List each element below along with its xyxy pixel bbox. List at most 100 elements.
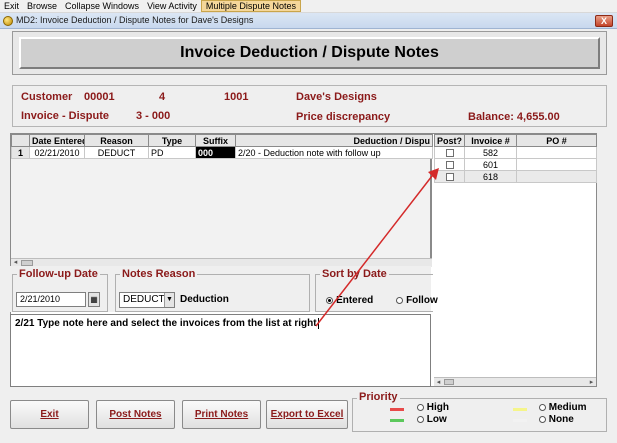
menu-view-activity[interactable]: View Activity — [143, 0, 201, 12]
note-options-area: Follow-up Date 2/21/2010 ▦ Notes Reason … — [10, 266, 438, 312]
followup-date-input[interactable]: 2/21/2010 — [16, 292, 86, 307]
cell-invoice-number[interactable]: 582 — [464, 146, 517, 159]
scroll-thumb[interactable] — [444, 379, 454, 385]
sort-follow-radio[interactable] — [396, 296, 403, 304]
row-number: 1 — [11, 146, 30, 159]
customer-number: 00001 — [84, 91, 115, 103]
cell-invoice-number[interactable]: 601 — [464, 158, 517, 171]
exit-button[interactable]: Exit — [10, 400, 89, 429]
invoice-row[interactable]: 601 — [434, 158, 597, 171]
customer-field-b: 1001 — [224, 91, 249, 103]
col-deduction-dispute[interactable]: Deduction / Dispu — [235, 134, 433, 147]
calendar-icon[interactable]: ▦ — [88, 292, 100, 307]
invoice-row[interactable]: 582 — [434, 146, 597, 159]
invoice-horizontal-scrollbar[interactable]: ◂ ▸ — [434, 377, 596, 386]
priority-medium-swatch — [513, 408, 527, 411]
col-date-entered[interactable]: Date Entered — [29, 134, 85, 147]
invoice-table: Post? Invoice # PO # 582 601 618 — [434, 134, 597, 183]
priority-medium-radio[interactable] — [539, 403, 546, 411]
cell-po-number[interactable] — [516, 146, 597, 159]
dispute-reason: Price discrepancy — [296, 111, 391, 123]
notes-reason-select[interactable]: DEDUCT ▼ — [119, 292, 175, 308]
print-notes-button[interactable]: Print Notes — [182, 400, 261, 429]
invoice-dispute-label: Invoice - Dispute — [21, 110, 110, 122]
window-title-bar: MD2: Invoice Deduction / Dispute Notes f… — [0, 13, 617, 29]
priority-high-option[interactable]: High — [417, 402, 449, 413]
cell-reason[interactable]: DEDUCT — [84, 146, 149, 159]
priority-low-label: Low — [426, 414, 447, 425]
notes-table: Date Entered Reason Type Suffix Deductio… — [11, 134, 433, 159]
priority-none-label: None — [548, 414, 574, 425]
priority-medium-option[interactable]: Medium — [539, 402, 587, 413]
priority-high-label: High — [426, 402, 449, 413]
menu-collapse-windows[interactable]: Collapse Windows — [61, 0, 143, 12]
notes-header-row: Date Entered Reason Type Suffix Deductio… — [11, 134, 433, 147]
page-title: Invoice Deduction / Dispute Notes — [180, 44, 439, 61]
customer-info-panel: Customer 00001 4 1001 Dave's Designs Inv… — [12, 85, 607, 127]
sort-entered-radio[interactable] — [326, 296, 333, 304]
col-invoice[interactable]: Invoice # — [464, 134, 517, 147]
post-notes-button[interactable]: Post Notes — [96, 400, 175, 429]
col-reason[interactable]: Reason — [84, 134, 149, 147]
cell-po-number[interactable] — [516, 170, 597, 183]
priority-none-option[interactable]: None — [539, 414, 574, 425]
followup-date-label: Follow-up Date — [17, 268, 100, 280]
sort-entered-option[interactable]: Entered — [326, 294, 373, 306]
invoice-dispute-value: 3 - 000 — [136, 110, 171, 122]
customer-label: Customer — [21, 91, 73, 103]
cell-note[interactable]: 2/20 - Deduction note with follow up — [235, 146, 433, 159]
notes-grid: Date Entered Reason Type Suffix Deductio… — [11, 134, 433, 258]
note-text-content: 2/21 Type note here and select the invoi… — [15, 318, 317, 330]
notes-reason-description: Deduction — [180, 294, 229, 305]
post-checkbox[interactable] — [445, 161, 454, 170]
priority-group: Priority High Low Medium None — [352, 391, 607, 432]
priority-none-swatch — [513, 419, 527, 422]
priority-none-radio[interactable] — [539, 415, 546, 423]
balance: Balance: 4,655.00 — [468, 111, 560, 123]
cell-po-number[interactable] — [516, 158, 597, 171]
priority-label: Priority — [357, 391, 400, 403]
menu-browse[interactable]: Browse — [23, 0, 61, 12]
invoice-row[interactable]: 618 — [434, 170, 597, 183]
cell-invoice-number[interactable]: 618 — [464, 170, 517, 183]
chevron-down-icon[interactable]: ▼ — [164, 293, 174, 307]
cell-date[interactable]: 02/21/2010 — [29, 146, 85, 159]
notes-reason-label: Notes Reason — [120, 268, 198, 280]
notes-reason-value: DEDUCT — [123, 294, 165, 305]
export-to-excel-button[interactable]: Export to Excel — [266, 400, 348, 429]
note-text: 2/21 Type note here and select the invoi… — [15, 318, 319, 329]
close-button[interactable]: X — [595, 15, 613, 27]
priority-high-radio[interactable] — [417, 403, 424, 411]
scroll-right-icon[interactable]: ▸ — [587, 378, 596, 386]
col-post[interactable]: Post? — [434, 134, 465, 147]
post-checkbox[interactable] — [445, 149, 454, 158]
menu-multiple-dispute-notes[interactable]: Multiple Dispute Notes — [200, 0, 301, 12]
window-title: MD2: Invoice Deduction / Dispute Notes f… — [16, 15, 254, 25]
note-textarea[interactable]: 2/21 Type note here and select the invoi… — [10, 314, 431, 387]
post-checkbox-cell[interactable] — [434, 146, 465, 159]
post-checkbox-cell[interactable] — [434, 158, 465, 171]
text-caret — [317, 318, 319, 329]
sort-by-date-label: Sort by Date — [320, 268, 389, 280]
followup-date-group: Follow-up Date 2/21/2010 ▦ — [12, 268, 108, 312]
priority-low-option[interactable]: Low — [417, 414, 447, 425]
header-inner: Invoice Deduction / Dispute Notes — [19, 37, 600, 69]
cell-suffix[interactable]: 000 — [195, 146, 236, 159]
customer-field-a: 4 — [159, 91, 166, 103]
menu-exit[interactable]: Exit — [0, 0, 23, 12]
sort-follow-label: Follow — [406, 295, 438, 306]
table-row[interactable]: 1 02/21/2010 DEDUCT PD 000 2/20 - Deduct… — [11, 146, 433, 159]
col-suffix[interactable]: Suffix — [195, 134, 236, 147]
post-checkbox[interactable] — [445, 173, 454, 182]
priority-low-swatch — [390, 419, 404, 422]
col-type[interactable]: Type — [148, 134, 196, 147]
invoice-header-row: Post? Invoice # PO # — [434, 134, 597, 147]
scroll-left-icon[interactable]: ◂ — [434, 378, 443, 386]
priority-medium-label: Medium — [548, 402, 587, 413]
customer-name: Dave's Designs — [296, 91, 377, 103]
priority-low-radio[interactable] — [417, 415, 424, 423]
col-po[interactable]: PO # — [516, 134, 597, 147]
post-checkbox-cell[interactable] — [434, 170, 465, 183]
sort-follow-option[interactable]: Follow — [396, 294, 438, 306]
cell-type[interactable]: PD — [148, 146, 196, 159]
